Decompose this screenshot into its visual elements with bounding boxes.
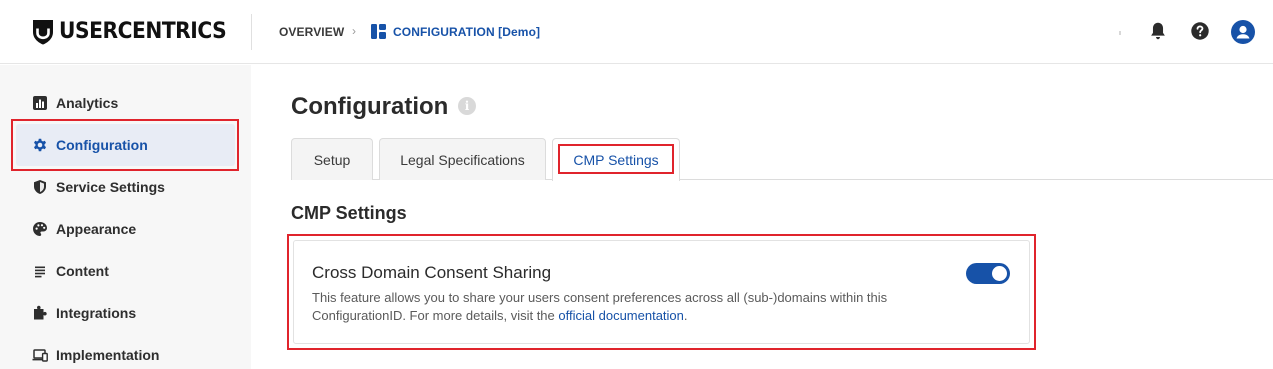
page-title: Configuration [291,93,449,120]
sidebar-item-analytics[interactable]: Analytics [16,82,235,124]
breadcrumb-overview[interactable]: OVERVIEW [279,25,344,39]
layout-grid-icon [371,24,386,39]
sidebar-item-appearance[interactable]: Appearance [16,208,235,250]
user-avatar-icon[interactable] [1231,20,1255,44]
devices-icon [32,349,48,362]
sidebar-item-label: Appearance [56,221,137,237]
tab-legal-specifications[interactable]: Legal Specifications [379,138,546,180]
bar-chart-icon [33,96,47,110]
tab-label: Legal Specifications [400,151,525,168]
top-header: USERCENTRICS OVERVIEW › CONFIGURATION [D… [0,0,1273,64]
sidebar-item-label: Integrations [56,305,137,321]
highlight-box-card [287,234,1036,350]
sidebar-item-implementation[interactable]: Implementation [16,334,235,369]
text-lines-icon [35,266,45,278]
header-divider [251,14,252,50]
info-icon[interactable]: i [458,97,476,115]
header-separator-dot [1119,31,1121,35]
shield-logo-icon [33,20,53,45]
tab-label: Setup [313,151,351,168]
sidebar-item-service-settings[interactable]: Service Settings [16,166,235,208]
palette-icon [33,222,47,236]
puzzle-icon [34,305,47,320]
section-title: CMP Settings [291,203,407,223]
highlight-box-configuration-nav [11,119,239,171]
sidebar-item-integrations[interactable]: Integrations [16,292,235,334]
usercentrics-logo[interactable]: USERCENTRICS [32,19,241,45]
sidebar-item-content[interactable]: Content [16,250,235,292]
tab-setup[interactable]: Setup [291,138,373,180]
help-icon[interactable] [1189,20,1211,42]
sidebar-item-label: Analytics [56,95,119,111]
sidebar-item-label: Service Settings [56,179,165,195]
breadcrumb-configuration[interactable]: CONFIGURATION [Demo] [393,25,540,39]
logo-text: USERCENTRICS [59,19,227,44]
sidebar-item-label: Implementation [56,347,160,363]
sidebar-item-label: Content [56,263,109,279]
breadcrumb-separator: › [352,24,356,38]
bell-icon[interactable] [1147,20,1169,42]
shield-icon [34,180,46,194]
highlight-box-cmp-tab [558,144,674,174]
